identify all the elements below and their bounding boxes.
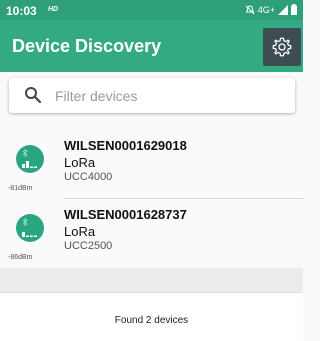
device-name: WILSEN0001629018 (64, 138, 187, 153)
hd-voice-indicator: HD (48, 6, 59, 13)
search-input[interactable] (55, 86, 285, 106)
battery-icon (291, 4, 297, 15)
mute-icon (245, 4, 255, 14)
footer: Found 2 devices (0, 292, 303, 341)
device-type: LoRa (64, 155, 96, 170)
list-spacer (0, 268, 303, 292)
device-avatar (16, 214, 44, 242)
device-avatar (16, 145, 44, 173)
device-model: UCC4000 (64, 171, 113, 183)
gear-icon (272, 37, 292, 57)
status-bar: 10:03 HD 4G+ (0, 0, 303, 20)
device-name: WILSEN0001628737 (64, 207, 187, 222)
device-count-status: Found 2 devices (114, 315, 189, 326)
signal-strength-icon (22, 232, 37, 237)
app-bar: Device Discovery (0, 20, 303, 72)
search-box (9, 78, 295, 113)
device-type: LoRa (64, 224, 96, 239)
network-type: 4G+ (257, 4, 275, 15)
device-model: UCC2500 (64, 240, 113, 252)
status-icons: 4G+ (245, 4, 297, 15)
status-time: 10:03 (6, 4, 37, 18)
bluetooth-icon (22, 218, 28, 226)
bluetooth-icon (22, 149, 28, 157)
search-icon (25, 87, 42, 104)
page-title: Device Discovery (12, 36, 162, 56)
signal-icon (278, 4, 288, 15)
settings-button[interactable] (263, 28, 301, 66)
device-list-item[interactable]: -81dBm WILSEN0001629018 LoRa UCC4000 (0, 133, 303, 199)
list-divider (64, 198, 303, 199)
signal-strength-icon (22, 161, 37, 168)
rssi-label: -86dBm (8, 254, 33, 261)
device-list-item[interactable]: -86dBm WILSEN0001628737 LoRa UCC2500 (0, 202, 303, 268)
rssi-label: -81dBm (8, 185, 33, 192)
